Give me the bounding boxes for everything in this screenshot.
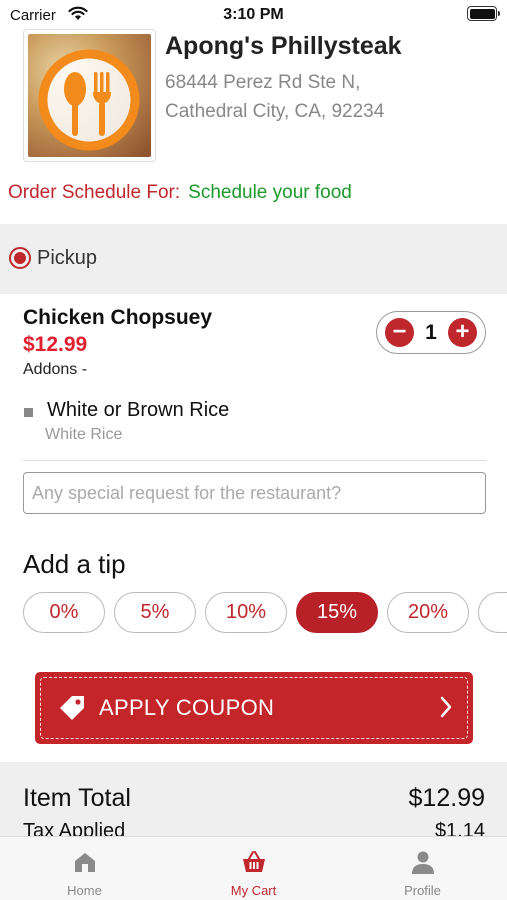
totals-section: Item Total $12.99 Tax Applied $1.14 [0, 762, 507, 836]
tab-bar: Home My Cart Profile [0, 836, 507, 900]
tip-option-more[interactable] [478, 592, 507, 633]
item-total-label: Item Total [23, 784, 131, 812]
tab-home[interactable]: Home [0, 837, 169, 900]
addon-choice: White Rice [45, 426, 123, 443]
item-total-value: $12.99 [408, 784, 485, 812]
tax-label: Tax Applied [23, 820, 126, 836]
tip-option-15[interactable]: 15% [296, 592, 378, 633]
tab-profile[interactable]: Profile [338, 837, 507, 900]
tab-profile-label: Profile [404, 883, 441, 898]
special-request-input[interactable] [23, 472, 486, 514]
restaurant-name: Apong's Phillysteak [165, 32, 402, 60]
address-line-1: 68444 Perez Rd Ste N, [165, 72, 361, 93]
profile-icon [410, 849, 436, 880]
increase-quantity-button[interactable]: + [448, 318, 477, 347]
restaurant-address: 68444 Perez Rd Ste N, Cathedral City, CA… [165, 68, 384, 126]
order-schedule: Order Schedule For: Schedule your food [8, 182, 352, 204]
address-line-2: Cathedral City, CA, 92234 [165, 101, 385, 122]
tip-option-0[interactable]: 0% [23, 592, 105, 633]
apply-coupon-button[interactable]: APPLY COUPON [35, 672, 473, 744]
tip-option-5[interactable]: 5% [114, 592, 196, 633]
pickup-label[interactable]: Pickup [37, 247, 97, 270]
item-price: $12.99 [23, 333, 88, 356]
tip-option-10[interactable]: 10% [205, 592, 287, 633]
schedule-label: Order Schedule For: [8, 182, 181, 203]
battery-icon [467, 6, 500, 21]
addons-label: Addons - [23, 361, 88, 378]
apply-coupon-label: APPLY COUPON [99, 695, 275, 720]
order-type-section: Pickup [0, 224, 507, 294]
addon-group-name: White or Brown Rice [47, 399, 230, 421]
tab-my-cart[interactable]: My Cart [169, 837, 338, 900]
chevron-right-icon [439, 695, 453, 724]
tag-icon [57, 693, 87, 728]
divider [23, 460, 486, 461]
schedule-link[interactable]: Schedule your food [188, 182, 352, 203]
tip-title: Add a tip [23, 549, 126, 579]
bullet-icon [24, 408, 33, 417]
basket-icon [241, 849, 267, 880]
status-bar: Carrier 3:10 PM [0, 0, 507, 30]
quantity-stepper: − 1 + [376, 311, 486, 354]
pickup-radio[interactable] [9, 247, 31, 269]
utensils-icon [38, 49, 140, 151]
tab-home-label: Home [67, 883, 102, 898]
tax-value: $1.14 [434, 820, 485, 836]
tip-option-20[interactable]: 20% [387, 592, 469, 633]
restaurant-logo [23, 29, 156, 162]
home-icon [72, 849, 98, 880]
tip-options: 0% 5% 10% 15% 20% [23, 592, 507, 634]
item-name: Chicken Chopsuey [23, 306, 213, 329]
tab-my-cart-label: My Cart [230, 883, 277, 898]
clock: 3:10 PM [223, 6, 284, 23]
